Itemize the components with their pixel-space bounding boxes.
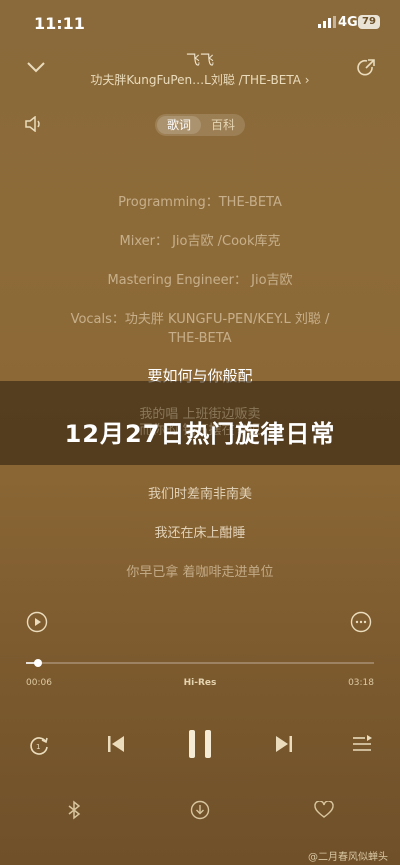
lyric-line: Programming：THE-BETA: [118, 195, 282, 210]
lyrics-wiki-toggle[interactable]: 歌词 百科: [155, 114, 245, 136]
progress-knob[interactable]: [34, 659, 42, 667]
pause-icon[interactable]: [186, 729, 214, 759]
bluetooth-icon[interactable]: [66, 800, 82, 820]
lyric-line: Vocals：功夫胖 KUNGFU-PEN/KEY.L 刘聪 /: [70, 312, 330, 327]
total-time: 03:18: [348, 678, 374, 688]
lyric-line: Mixer： Jio吉欧 /Cook库克: [119, 234, 281, 249]
play-video-icon[interactable]: [26, 611, 48, 633]
share-icon[interactable]: [356, 58, 376, 78]
song-title: 飞飞: [186, 53, 214, 69]
svg-text:1: 1: [36, 743, 40, 751]
song-artist[interactable]: 功夫胖KungFuPen…L刘聪 /THE-BETA ›: [60, 71, 340, 88]
download-icon[interactable]: [190, 800, 210, 820]
progress-track[interactable]: [26, 662, 374, 664]
chevron-right-icon: ›: [304, 73, 310, 87]
tab-wiki[interactable]: 百科: [203, 116, 243, 134]
song-artist-text: 功夫胖KungFuPen…L刘聪 /THE-BETA: [90, 73, 301, 87]
next-icon[interactable]: [274, 733, 294, 755]
lyric-line: 我还在床上酣睡: [154, 526, 246, 541]
lyric-line: THE-BETA: [168, 331, 232, 346]
banner-title: 12月27日热门旋律日常: [64, 420, 336, 448]
lyric-line: 我们时差南非南美: [147, 487, 252, 502]
lyric-line: 你早已拿 着咖啡走进单位: [126, 565, 274, 580]
tab-lyrics[interactable]: 歌词: [157, 116, 201, 134]
status-bar: 11:11 4G 79: [0, 0, 400, 46]
status-time: 11:11: [34, 14, 85, 33]
heart-icon[interactable]: [314, 801, 334, 819]
signal-icon: [318, 16, 336, 28]
battery-indicator: 79: [358, 15, 380, 29]
repeat-icon[interactable]: 1: [28, 734, 50, 756]
volume-icon[interactable]: [24, 116, 44, 132]
network-type: 4G: [338, 15, 358, 30]
lyric-line: Mastering Engineer： Jio吉欧: [107, 273, 293, 288]
previous-icon[interactable]: [106, 733, 126, 755]
quality-badge[interactable]: Hi-Res: [0, 678, 400, 688]
watermark: @二月春风似蝉头: [308, 852, 388, 863]
more-icon[interactable]: [350, 611, 372, 633]
playlist-icon[interactable]: [351, 735, 373, 755]
